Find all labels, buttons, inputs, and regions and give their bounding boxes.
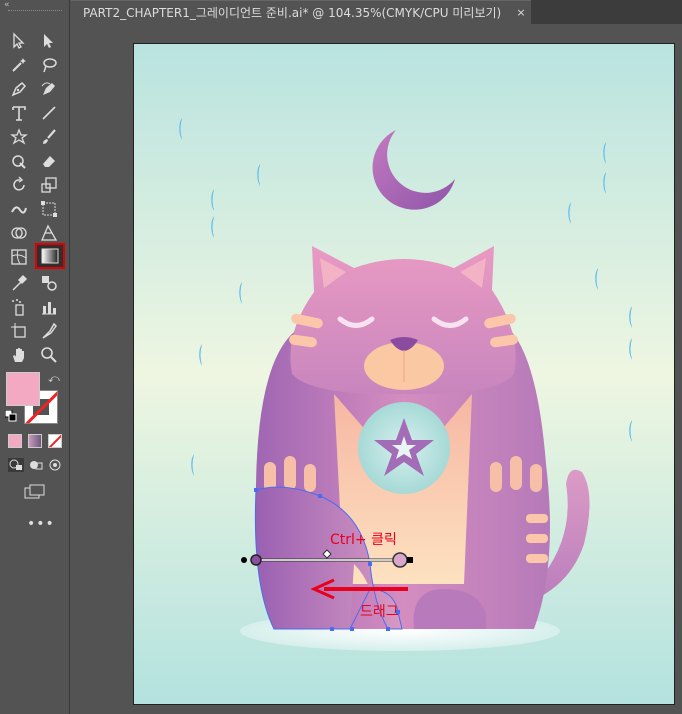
artboard[interactable] [133, 43, 675, 705]
free-transform-tool[interactable] [36, 198, 62, 220]
symbol-sprayer-icon [12, 299, 24, 316]
tools-panel: « ⤺ ••• [0, 0, 70, 714]
document-title: PART2_CHAPTER1_그레이디언트 준비.ai* @ 104.35%(C… [83, 6, 502, 20]
draw-normal-icon[interactable] [8, 458, 24, 472]
warp-tool[interactable] [6, 198, 32, 220]
pen-tool[interactable] [6, 78, 32, 100]
slice-tool[interactable] [36, 320, 62, 342]
zoom-icon [41, 347, 57, 363]
brush-icon [43, 129, 56, 144]
mesh-tool[interactable] [6, 246, 32, 268]
document-tab-bar: PART2_CHAPTER1_그레이디언트 준비.ai* @ 104.35%(C… [71, 0, 682, 24]
line-icon [42, 106, 56, 120]
slice-icon [42, 322, 57, 339]
artboard-icon [11, 323, 26, 338]
shaper-tool[interactable] [6, 150, 32, 172]
graph-icon [42, 302, 56, 315]
type-tool[interactable] [6, 102, 32, 124]
shaper-icon [12, 155, 26, 169]
selection-tool[interactable] [6, 30, 32, 52]
paintbrush-tool[interactable] [36, 126, 62, 148]
blend-icon [42, 276, 57, 291]
column-graph-tool[interactable] [36, 296, 62, 318]
magic-wand-icon [12, 58, 26, 72]
gradient-origin-point[interactable] [241, 557, 247, 563]
gradient-mode-button[interactable] [28, 434, 42, 448]
color-mode-button[interactable] [8, 434, 22, 448]
scale-icon [41, 177, 57, 193]
gradient-icon [41, 248, 59, 264]
rotate-icon [13, 176, 25, 191]
perspective-icon [41, 224, 58, 241]
star-icon [10, 128, 28, 145]
swap-fill-stroke-icon[interactable]: ⤺ [48, 372, 60, 386]
draw-inside-icon[interactable] [48, 458, 64, 472]
close-tab-icon[interactable]: × [511, 6, 531, 19]
gradient-start-stop[interactable] [250, 554, 262, 566]
default-fill-stroke-icon[interactable] [5, 410, 17, 422]
lasso-tool[interactable] [36, 54, 62, 76]
magic-wand-tool[interactable] [6, 54, 32, 76]
eyedropper-tool[interactable] [6, 272, 32, 294]
hand-tool[interactable] [6, 344, 32, 366]
free-transform-icon [41, 201, 57, 217]
zoom-tool[interactable] [36, 344, 62, 366]
scale-tool[interactable] [36, 174, 62, 196]
fill-swatch[interactable] [6, 372, 40, 406]
eraser-icon [43, 156, 55, 167]
panel-grip[interactable] [8, 6, 62, 16]
draw-behind-icon[interactable] [28, 458, 44, 472]
eraser-tool[interactable] [36, 150, 62, 172]
mesh-icon [11, 249, 27, 265]
artboard-tool[interactable] [6, 320, 32, 342]
pen-icon [11, 81, 27, 97]
eyedropper-icon [12, 274, 28, 291]
blend-tool[interactable] [36, 272, 62, 294]
warp-icon [11, 206, 27, 214]
illustration[interactable] [134, 44, 675, 705]
symbol-sprayer-tool[interactable] [6, 296, 32, 318]
type-icon [12, 106, 26, 121]
hand-icon [13, 348, 24, 362]
gradient-end-stop[interactable] [392, 552, 408, 568]
direct-selection-tool[interactable] [36, 30, 62, 52]
star-tool[interactable] [6, 126, 32, 148]
document-tab[interactable]: PART2_CHAPTER1_그레이디언트 준비.ai* @ 104.35%(C… [71, 0, 531, 24]
screen-mode-icon[interactable] [24, 484, 46, 500]
shape-builder-tool[interactable] [6, 222, 32, 244]
none-mode-button[interactable] [48, 434, 62, 448]
lasso-icon [43, 58, 57, 73]
line-tool[interactable] [36, 102, 62, 124]
drag-annotation: 드래그 [360, 604, 399, 620]
rotate-tool[interactable] [6, 174, 32, 196]
curvature-pen-icon [41, 82, 55, 95]
perspective-grid-tool[interactable] [36, 222, 62, 244]
arrow-icon [13, 32, 25, 49]
ctrl-click-annotation: Ctrl+ 클릭 [330, 532, 397, 548]
filled-arrow-icon [44, 34, 53, 48]
gradient-tool[interactable] [35, 243, 65, 269]
edit-toolbar-icon[interactable]: ••• [27, 516, 55, 532]
gradient-end-handle[interactable] [407, 557, 413, 563]
shape-builder-icon [11, 227, 27, 239]
curvature-tool[interactable] [36, 78, 62, 100]
